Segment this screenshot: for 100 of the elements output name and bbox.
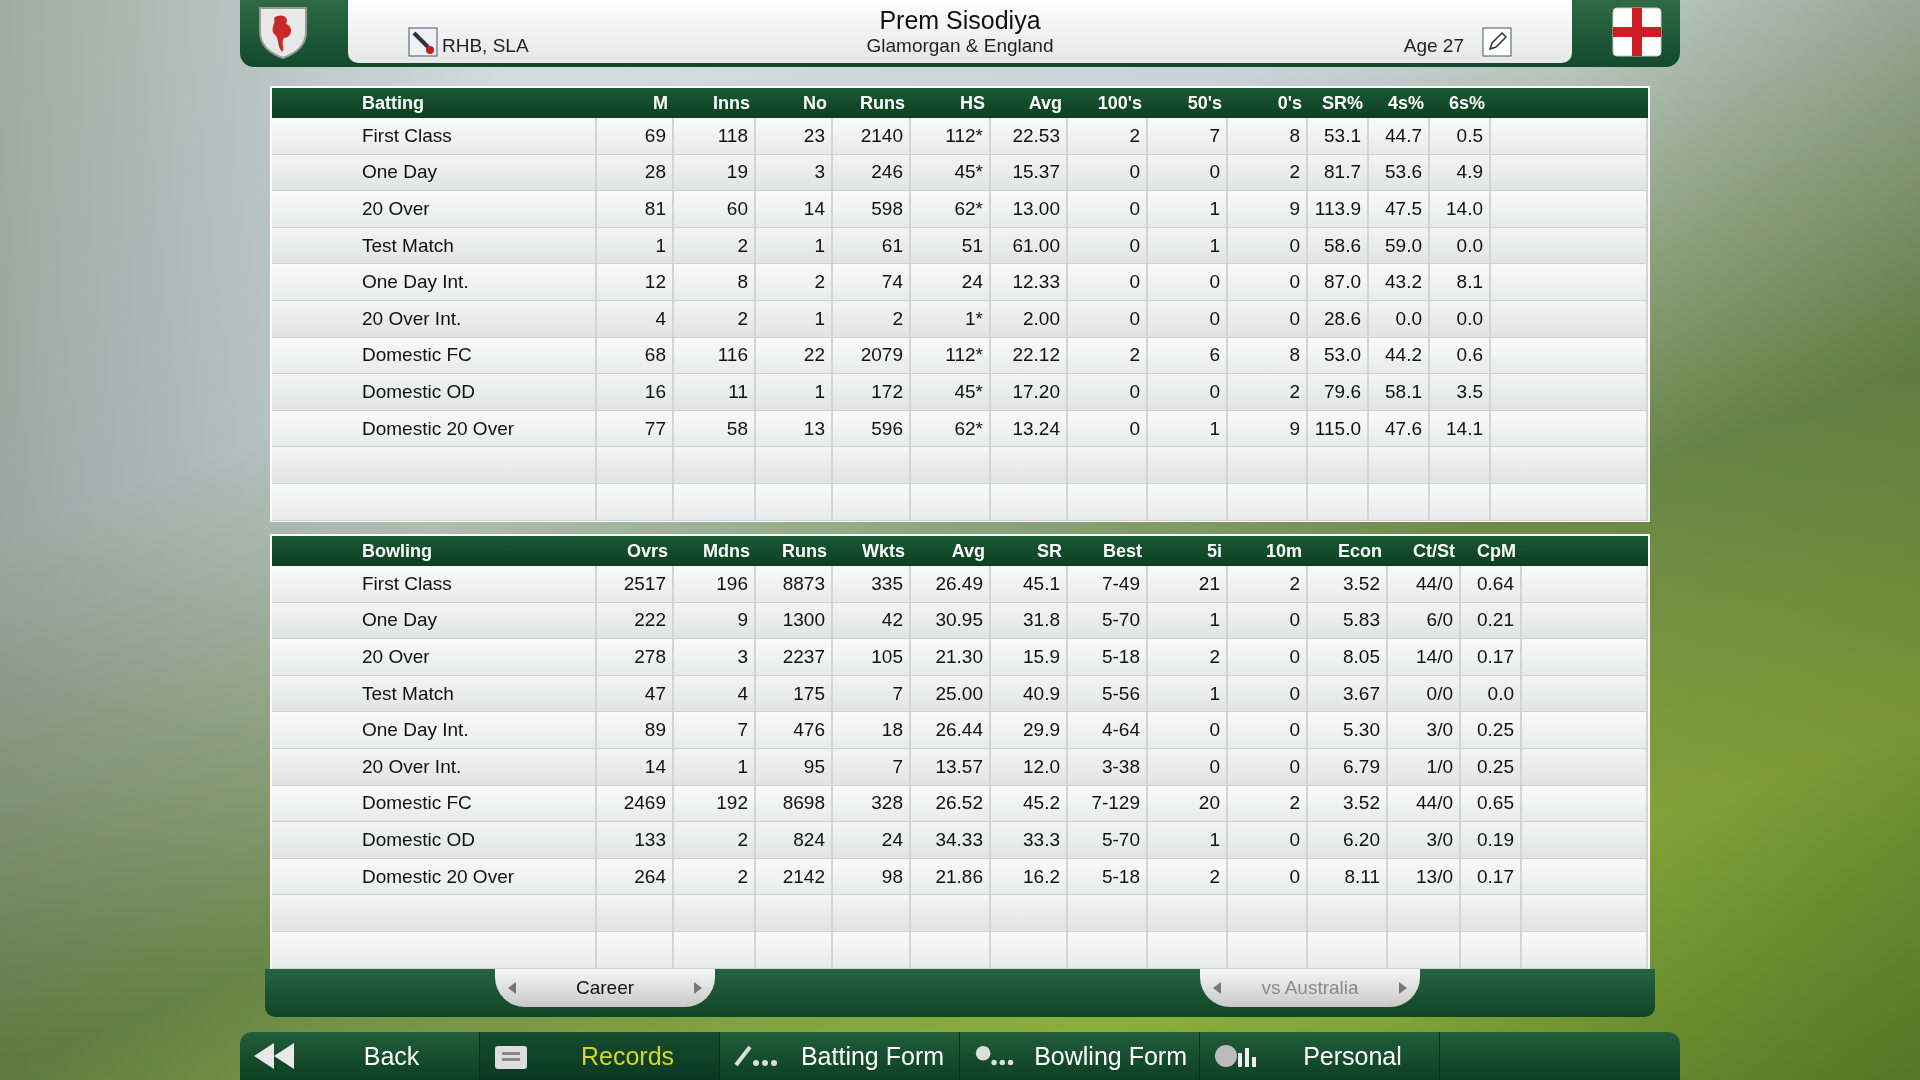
table-cell: 7 <box>1148 118 1228 154</box>
table-cell: 7 <box>833 748 911 785</box>
table-cell: 45* <box>911 374 991 410</box>
table-cell: 53.1 <box>1308 118 1369 154</box>
table-cell: 14 <box>756 191 833 227</box>
cricket-bat-icon <box>408 27 438 57</box>
row-label: Domestic OD <box>272 374 597 410</box>
table-cell: 0 <box>1068 374 1148 410</box>
column-header: Batting <box>361 91 425 115</box>
column-header: 50's <box>1186 91 1223 115</box>
table-cell: 60 <box>674 191 756 227</box>
table-cell: 0 <box>1228 300 1308 337</box>
double-arrow-icon <box>254 1043 296 1069</box>
filter-selector[interactable]: Career <box>495 969 715 1007</box>
table-cell: 2 <box>674 300 756 337</box>
table-cell: 24 <box>911 264 991 300</box>
row-label: One Day Int. <box>272 712 597 748</box>
table-cell: 1/0 <box>1388 748 1461 785</box>
table-cell: 95 <box>756 748 833 785</box>
column-header: Ovrs <box>625 539 669 563</box>
table-cell: 79.6 <box>1308 374 1369 410</box>
table-cell: 0.5 <box>1430 118 1491 154</box>
table-cell: 44.7 <box>1369 118 1430 154</box>
table-cell: 2 <box>1068 118 1148 154</box>
nav-tab[interactable]: Bowling Form <box>960 1032 1200 1080</box>
table-cell: 18 <box>833 712 911 748</box>
right-arrow-icon <box>1398 982 1408 994</box>
table-cell: 1 <box>1148 822 1228 858</box>
table-cell: 1 <box>1148 191 1228 227</box>
nav-tab[interactable]: Personal <box>1200 1032 1440 1080</box>
table-cell: 3.52 <box>1308 566 1388 602</box>
table-cell: 172 <box>833 374 911 410</box>
table-cell: 0 <box>1228 639 1308 675</box>
table-cell: 15.9 <box>991 639 1068 675</box>
player-team: Glamorgan & England <box>866 35 1054 57</box>
table-cell: 0 <box>1228 712 1308 748</box>
table-cell: 13.57 <box>911 748 991 785</box>
table-cell: 0.19 <box>1461 822 1522 858</box>
table-cell: 8 <box>1228 118 1308 154</box>
table-cell: 5-18 <box>1068 639 1148 675</box>
column-header: HS <box>959 91 986 115</box>
column-header: 10m <box>1264 539 1303 563</box>
table-cell: 7 <box>674 712 756 748</box>
table-cell: 23 <box>756 118 833 154</box>
table-cell: 476 <box>756 712 833 748</box>
column-header: Inns <box>712 91 751 115</box>
edit-icon[interactable] <box>1482 27 1512 57</box>
table-cell: 62* <box>911 191 991 227</box>
left-arrow-icon <box>507 982 517 994</box>
table-cell: 118 <box>674 118 756 154</box>
table-cell: 196 <box>674 566 756 602</box>
table-cell: 824 <box>756 822 833 858</box>
player-name: Prem Sisodiya <box>879 5 1041 35</box>
table-cell: 2237 <box>756 639 833 675</box>
row-label: First Class <box>272 118 597 154</box>
column-header: Bowling <box>361 539 433 563</box>
table-cell: 113.9 <box>1308 191 1369 227</box>
player-age: Age 27 <box>1403 35 1464 57</box>
table-cell: 0 <box>1068 300 1148 337</box>
table-cell: 45.1 <box>991 566 1068 602</box>
column-header: M <box>652 91 669 115</box>
table-cell: 69 <box>597 118 674 154</box>
table-cell: 14.0 <box>1430 191 1491 227</box>
table-cell: 0 <box>1148 300 1228 337</box>
column-header: No <box>802 91 828 115</box>
table-cell: 4 <box>597 300 674 337</box>
table-cell: 1* <box>911 300 991 337</box>
table-cell: 8 <box>674 264 756 300</box>
table-cell: 12.33 <box>991 264 1068 300</box>
table-cell: 278 <box>597 639 674 675</box>
table-cell: 26.44 <box>911 712 991 748</box>
table-cell: 2 <box>833 300 911 337</box>
table-cell: 133 <box>597 822 674 858</box>
column-header: 4s% <box>1386 91 1425 115</box>
table-cell: 0 <box>1228 748 1308 785</box>
row-label: Domestic OD <box>272 822 597 858</box>
table-cell: 44/0 <box>1388 566 1461 602</box>
column-header: CpM <box>1476 539 1517 563</box>
table-cell: 5-70 <box>1068 822 1148 858</box>
row-label: 20 Over Int. <box>272 300 597 337</box>
table-cell: 2 <box>756 264 833 300</box>
column-header: Runs <box>859 91 906 115</box>
table-cell: 13.00 <box>991 191 1068 227</box>
column-header: Avg <box>950 539 986 563</box>
table-cell: 2 <box>1228 374 1308 410</box>
table-cell: 8.05 <box>1308 639 1388 675</box>
table-cell: 105 <box>833 639 911 675</box>
column-header: Avg <box>1027 91 1063 115</box>
table-cell: 3.5 <box>1430 374 1491 410</box>
table-cell: 6.79 <box>1308 748 1388 785</box>
table-cell: 0 <box>1068 191 1148 227</box>
table-cell: 89 <box>597 712 674 748</box>
column-header: Wkts <box>861 539 906 563</box>
nav-tab[interactable]: Records <box>480 1032 720 1080</box>
table-cell: 34.33 <box>911 822 991 858</box>
nav-tab[interactable]: Back <box>240 1032 480 1080</box>
table-cell: 16 <box>597 374 674 410</box>
nav-tab[interactable]: Batting Form <box>720 1032 960 1080</box>
table-cell: 3/0 <box>1388 822 1461 858</box>
column-header: Runs <box>781 539 828 563</box>
